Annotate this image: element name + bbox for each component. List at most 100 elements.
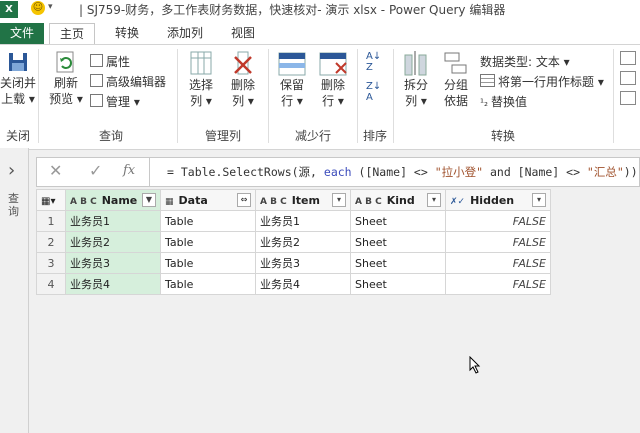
formula-part: and [Name] <> [483,165,587,179]
close-load-label-1: 关闭并 [0,76,37,90]
cell-item[interactable]: 业务员3 [255,252,351,274]
column-header-data[interactable]: ▦ Data ⇔ [160,189,256,211]
close-load-label-2: 上载 ▾ [1,92,35,106]
sort-ascending-icon: A↓ Z [366,51,382,73]
mouse-cursor-icon [469,356,481,374]
cell-hidden[interactable]: FALSE [445,252,551,274]
cell-data[interactable]: Table [160,252,256,274]
cell-hidden[interactable]: FALSE [445,273,551,295]
tab-file[interactable]: 文件 [0,23,44,44]
cell-hidden[interactable]: FALSE [445,231,551,253]
column-header-item[interactable]: A B C Item ▾ [255,189,351,211]
fx-icon[interactable]: fx [123,163,135,178]
replace-values-label: 替换值 [491,95,528,109]
cell-name[interactable]: 业务员1 [65,210,161,232]
smiley-feedback-icon[interactable]: ☺ [31,1,45,15]
expand-queries-chevron-icon[interactable]: › [8,160,15,181]
column-name-label: Kind [386,193,415,207]
cell-data[interactable]: Table [160,231,256,253]
filter-applied-icon[interactable]: ▼ [142,193,156,207]
more-ribbon-icon[interactable] [620,71,636,85]
dropdown-icon[interactable]: ▾ [427,193,441,207]
group-label-manage-columns: 管理列 [204,129,241,143]
sort-descending-button[interactable]: Z↓ A [366,81,381,103]
tab-transform[interactable]: 转换 [105,23,149,44]
dropdown-icon[interactable]: ▾ [332,193,346,207]
cell-name[interactable]: 业务员4 [65,273,161,295]
replace-values-button[interactable]: ¹₂ 替换值 [480,93,527,110]
row-number[interactable]: 2 [36,231,66,253]
row-number[interactable]: 1 [36,210,66,232]
group-label-query: 查询 [98,129,123,143]
group-label-sort: 排序 [362,129,387,143]
tab-home[interactable]: 主页 [49,23,96,45]
cell-name[interactable]: 业务员2 [65,231,161,253]
sort-ascending-button[interactable]: A↓ Z [366,51,381,73]
row-number[interactable]: 4 [36,273,66,295]
text-type-icon[interactable]: A B C [70,197,97,207]
cell-item[interactable]: 业务员1 [255,210,351,232]
queries-pane-collapsed[interactable]: › 查询 [0,148,29,433]
column-header-hidden[interactable]: ✗✓ Hidden ▾ [445,189,551,211]
text-type-icon[interactable]: A B C [355,197,382,207]
table-type-icon[interactable]: ▦ [165,197,174,207]
remove-columns-button[interactable]: 删除 列 ▾ [224,49,262,109]
close-and-load-button[interactable]: 关闭并 上载 ▾ [0,49,36,107]
grid-header-row: ▦▾ A B C Name ▼ ▦ Data ⇔ A B C Item ▾ A B C Kin… [36,189,551,211]
column-name-label: Name [101,193,138,207]
cell-hidden[interactable]: FALSE [445,210,551,232]
window-title: | SJ759-财务，多工作表财务数据，快速核对- 演示 xlsx - Powe… [79,3,506,17]
advanced-editor-icon [90,74,103,87]
cell-item[interactable]: 业务员4 [255,273,351,295]
cancel-formula-icon[interactable]: ✕ [49,161,62,180]
dropdown-icon[interactable]: ▾ [532,193,546,207]
split-column-button[interactable]: 拆分 列 ▾ [398,49,434,109]
advanced-editor-button[interactable]: 高级编辑器 [90,73,166,90]
data-grid: ▦▾ A B C Name ▼ ▦ Data ⇔ A B C Item ▾ A B C Kin… [36,189,551,295]
use-first-row-as-headers-button[interactable]: 将第一行用作标题 ▾ [480,73,604,90]
more-ribbon-icon[interactable] [620,51,636,65]
cell-data[interactable]: Table [160,273,256,295]
group-label-transform: 转换 [490,129,515,143]
formula-part: ([Name] <> [351,165,435,179]
separator [177,49,178,143]
table-row[interactable]: 1 业务员1 Table 业务员1 Sheet FALSE [36,210,551,232]
cell-kind[interactable]: Sheet [350,231,446,253]
text-type-icon[interactable]: A B C [260,197,287,207]
cell-kind[interactable]: Sheet [350,273,446,295]
cell-item[interactable]: 业务员2 [255,231,351,253]
group-by-button[interactable]: 分组 依据 [438,49,474,109]
quick-access-dropdown[interactable]: ▾ [48,2,53,12]
group-by-label-2: 依据 [443,94,468,108]
expand-column-icon[interactable]: ⇔ [237,193,251,207]
manage-button[interactable]: 管理 ▾ [90,93,140,110]
keep-rows-button[interactable]: 保留 行 ▾ [272,49,312,109]
group-label-reduce-rows: 减少行 [294,129,331,143]
more-ribbon-icon[interactable] [620,91,636,105]
tab-add-column[interactable]: 添加列 [157,23,213,44]
cell-name[interactable]: 业务员3 [65,252,161,274]
cell-data[interactable]: Table [160,210,256,232]
confirm-formula-icon[interactable]: ✓ [89,161,102,180]
tab-view[interactable]: 视图 [221,23,265,44]
split-column-icon [404,51,427,76]
column-header-name[interactable]: A B C Name ▼ [65,189,161,211]
refresh-preview-button[interactable]: 刷新 预览 ▾ [46,49,86,107]
formula-input[interactable]: = Table.SelectRows(源, each ([Name] <> "拉… [167,164,638,180]
properties-button[interactable]: 属性 [90,53,130,70]
remove-columns-label-2: 列 ▾ [232,94,254,108]
column-header-kind[interactable]: A B C Kind ▾ [350,189,446,211]
logical-type-icon[interactable]: ✗✓ [450,197,465,207]
remove-rows-button[interactable]: 删除 行 ▾ [313,49,353,109]
cell-kind[interactable]: Sheet [350,210,446,232]
table-menu-button[interactable]: ▦▾ [36,189,66,211]
choose-columns-button[interactable]: 选择 列 ▾ [182,49,220,109]
row-number[interactable]: 3 [36,252,66,274]
table-row[interactable]: 3 业务员3 Table 业务员3 Sheet FALSE [36,252,551,274]
table-row[interactable]: 2 业务员2 Table 业务员2 Sheet FALSE [36,231,551,253]
choose-columns-label-1: 选择 [188,78,213,92]
data-type-dropdown[interactable]: 数据类型: 文本 ▾ [480,53,570,70]
separator [613,49,614,143]
table-row[interactable]: 4 业务员4 Table 业务员4 Sheet FALSE [36,273,551,295]
cell-kind[interactable]: Sheet [350,252,446,274]
